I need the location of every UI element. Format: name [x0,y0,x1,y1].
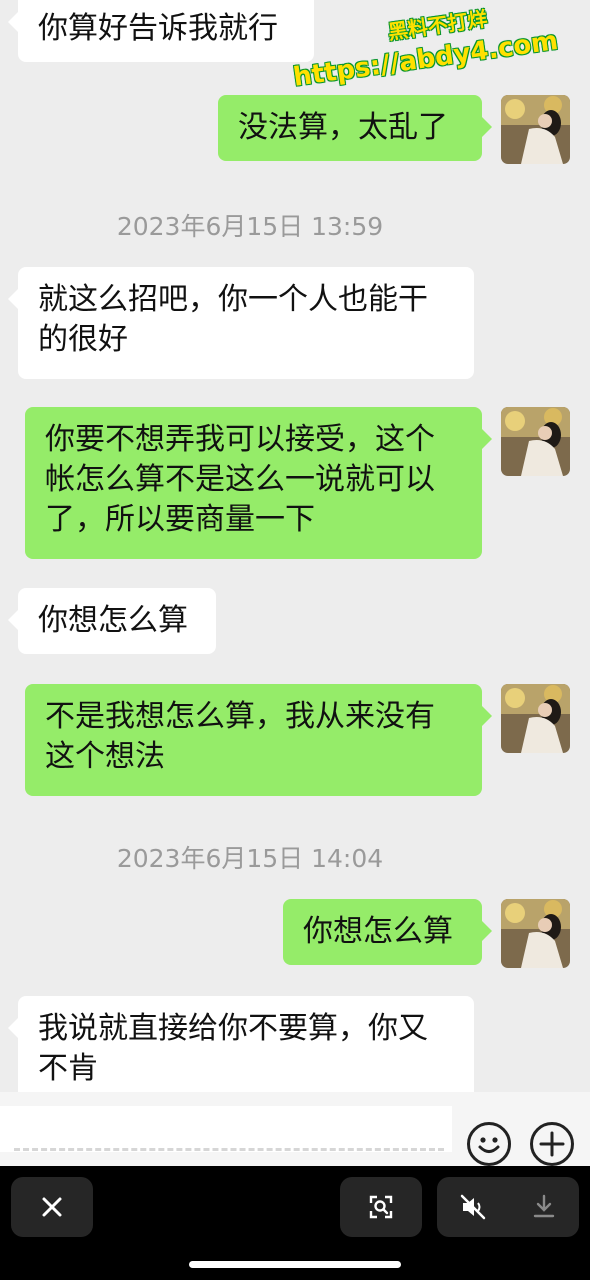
watermark: 黑料不打烊 https://abdy4.com [287,0,559,93]
avatar[interactable] [501,95,570,164]
message-bubble-sent[interactable]: 你想怎么算 [283,899,492,965]
message-bubble-sent[interactable]: 没法算，太乱了 [218,95,492,161]
media-controls [437,1177,579,1237]
timestamp: 2023年6月15日 14:04 [116,844,384,873]
message-text: 没法算，太乱了 [238,110,448,145]
message-bubble-sent[interactable]: 你要不想弄我可以接受，这个帐怎么算不是这么一说就可以了，所以要商量一下 [25,407,492,559]
message-text: 你想怎么算 [38,603,188,638]
message-text: 你要不想弄我可以接受，这个帐怎么算不是这么一说就可以了，所以要商量一下 [45,422,435,537]
message-bubble-received[interactable]: 你想怎么算 [8,588,216,654]
message-text: 不是我想怎么算，我从来没有这个想法 [45,699,435,774]
message-text: 你算好告诉我就行 [38,11,278,46]
more-button[interactable] [530,1122,574,1166]
close-icon [42,1197,62,1217]
message-input[interactable] [0,1106,452,1152]
message-bubble-sent[interactable]: 不是我想怎么算，我从来没有这个想法 [25,684,492,796]
timestamp: 2023年6月15日 13:59 [116,212,384,241]
screenshot-scan-icon [369,1195,393,1219]
emoji-button[interactable] [467,1122,511,1166]
plus-circle-icon [539,1131,565,1157]
chat-area[interactable]: 你算好告诉我就行 没法算，太乱了 2023年6月15日 13:59 就这么招吧，… [0,0,590,1100]
avatar[interactable] [501,899,570,968]
avatar[interactable] [501,407,570,476]
message-bubble-received[interactable]: 我说就直接给你不要算，你又不肯 [8,996,474,1100]
speaker-mute-icon[interactable] [460,1194,486,1220]
download-icon[interactable] [532,1194,556,1220]
message-bubble-received[interactable]: 你算好告诉我就行 [8,0,314,62]
avatar[interactable] [501,684,570,753]
home-indicator[interactable] [189,1261,401,1268]
scan-button[interactable] [340,1177,422,1237]
message-bubble-received[interactable]: 就这么招吧，你一个人也能干的很好 [8,267,474,379]
message-text: 我说就直接给你不要算，你又不肯 [38,1011,428,1086]
emoji-face-icon [478,1137,500,1153]
message-text: 就这么招吧，你一个人也能干的很好 [38,282,428,357]
message-text: 你想怎么算 [303,914,453,949]
input-divider [14,1147,444,1151]
close-button[interactable] [11,1177,93,1237]
